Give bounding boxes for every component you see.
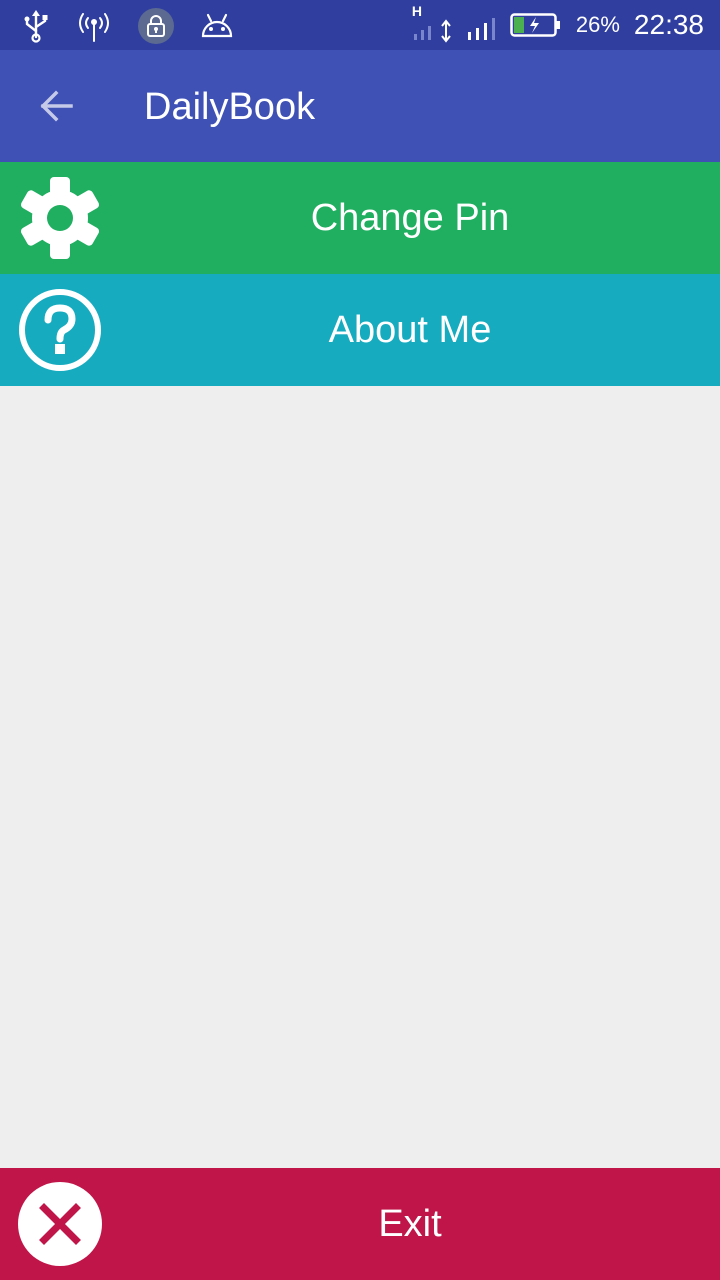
change-pin-label: Change Pin: [310, 196, 510, 239]
data-arrows-icon: [438, 6, 454, 44]
content-area: [0, 386, 720, 1168]
signal-h-icon: H: [412, 3, 438, 44]
android-icon: [200, 12, 234, 40]
gear-icon: [18, 176, 102, 260]
change-pin-button[interactable]: Change Pin: [0, 162, 720, 274]
page-title: DailyBook: [144, 86, 316, 128]
status-bar-left: [22, 8, 234, 44]
signal-icon: [466, 6, 500, 44]
battery-percent: 26%: [575, 12, 620, 37]
usb-icon: [22, 9, 50, 43]
status-clock: 22:38: [633, 9, 704, 40]
about-me-label: About Me: [328, 308, 492, 351]
exit-button[interactable]: Exit: [0, 1168, 720, 1280]
about-me-button[interactable]: About Me: [0, 274, 720, 386]
hotspot-icon: [76, 9, 112, 43]
exit-label: Exit: [378, 1202, 442, 1245]
arrow-back-icon: [40, 90, 73, 122]
status-bar-right: H 26% 22:38: [412, 3, 704, 44]
close-icon: [18, 1182, 102, 1266]
help-circle-icon: [18, 288, 102, 372]
app-toolbar: DailyBook: [0, 50, 720, 162]
status-bar: H 26% 22:38: [0, 0, 720, 50]
lock-icon: [138, 8, 174, 44]
battery-charging-icon: [510, 12, 562, 38]
back-button[interactable]: [28, 78, 84, 134]
